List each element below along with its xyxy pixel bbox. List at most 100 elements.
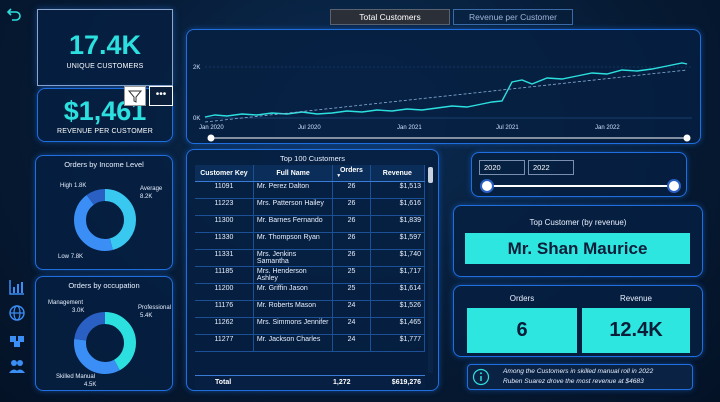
line-chart: 2K 0K Jan 2020 Jul 2020 Jan 2021 Jul 202… (193, 62, 692, 142)
col-header-revenue[interactable]: Revenue (370, 165, 425, 182)
table-total-row: Total 1,272 $619,276 (195, 375, 425, 389)
cell-full-name: Mr. Thompson Ryan (253, 232, 334, 250)
more-options-button[interactable]: ••• (149, 86, 173, 106)
table-row[interactable]: 11223 Mrs. Patterson Hailey 26 $1,616 (195, 198, 425, 216)
donut-label-professional-value: 5.4K (140, 313, 152, 319)
col-header-customer-key[interactable]: Customer Key (195, 165, 254, 182)
cell-orders: 24 (332, 300, 371, 318)
insight-text: Among the Customers in skilled manual ro… (503, 367, 693, 387)
cell-revenue: $1,465 (370, 317, 425, 335)
table-scroll-area[interactable]: Customer Key Full Name Orders ▼ Revenue 1… (195, 165, 425, 387)
income-donut-title: Orders by Income Level (64, 160, 144, 169)
cell-revenue: $1,740 (370, 249, 425, 267)
globe-icon[interactable] (8, 304, 26, 322)
top-customer-orders-value: 6 (467, 308, 577, 353)
cell-revenue: $1,526 (370, 300, 425, 318)
tab-total-customers[interactable]: Total Customers (330, 9, 450, 25)
table-row[interactable]: 11277 Mr. Jackson Charles 24 $1,777 (195, 334, 425, 352)
cell-revenue: $1,717 (370, 266, 425, 284)
cell-revenue: $1,513 (370, 181, 425, 199)
top-customer-title: Top Customer (by revenue) (529, 218, 627, 227)
year-start-input[interactable]: 2020 (479, 160, 525, 175)
sort-desc-icon: ▼ (336, 173, 342, 179)
date-range-slider-start-handle[interactable] (207, 134, 215, 142)
cell-orders: 24 (332, 334, 371, 352)
donut-label-high: High 1.8K (60, 183, 86, 189)
cell-customer-key: 11331 (195, 249, 254, 267)
cell-full-name: Mr. Roberts Mason (253, 300, 334, 318)
date-range-slider-end-handle[interactable] (683, 134, 691, 142)
income-level-donut-panel: Orders by Income Level High 1.8K Average… (35, 155, 173, 270)
table-row[interactable]: 11262 Mrs. Simmons Jennifer 24 $1,465 (195, 317, 425, 335)
cell-revenue: $1,777 (370, 334, 425, 352)
donut-label-low: Low 7.8K (58, 254, 83, 260)
donut-label-professional: Professional (138, 305, 171, 311)
table-row[interactable]: 11091 Mr. Perez Dalton 26 $1,513 (195, 181, 425, 199)
cell-full-name: Mr. Griffin Jason (253, 283, 334, 301)
year-slider-track[interactable] (487, 185, 674, 187)
table-row[interactable]: 11300 Mr. Barnes Fernando 26 $1,839 (195, 215, 425, 233)
total-revenue: $619,276 (391, 379, 421, 386)
cell-full-name: Mr. Jackson Charles (253, 334, 334, 352)
top-customer-name: Mr. Shan Maurice (465, 233, 690, 264)
table-scrollbar[interactable] (428, 167, 433, 373)
x-tick-label: Jul 2020 (298, 125, 321, 131)
cell-orders: 26 (332, 232, 371, 250)
cell-revenue: $1,616 (370, 198, 425, 216)
year-slider-end-handle[interactable] (667, 179, 681, 193)
table-row[interactable]: 11185 Mrs. Henderson Ashley 25 $1,717 (195, 266, 425, 284)
table-row[interactable]: 11331 Mrs. Jenkins Samantha 26 $1,740 (195, 249, 425, 267)
table-scrollbar-thumb[interactable] (428, 167, 433, 183)
donut-label-average: Average (140, 186, 163, 192)
cell-full-name: Mrs. Henderson Ashley (253, 266, 334, 284)
x-tick-label: Jan 2020 (199, 125, 224, 131)
tab-revenue-per-customer[interactable]: Revenue per Customer (453, 9, 573, 25)
bar-chart-icon[interactable] (8, 278, 26, 296)
year-slider-start-handle[interactable] (480, 179, 494, 193)
filter-button[interactable] (124, 86, 146, 106)
boxes-icon[interactable] (8, 330, 26, 348)
back-arrow-icon[interactable] (6, 6, 22, 22)
trend-line (204, 69, 688, 123)
cell-orders: 25 (332, 266, 371, 284)
donut-label-management: Management (48, 300, 83, 306)
filter-icon (127, 90, 143, 103)
total-orders: 1,272 (333, 379, 351, 386)
top-customers-table-panel: Top 100 Customers Customer Key Full Name… (186, 149, 439, 391)
cell-orders: 26 (332, 249, 371, 267)
cell-customer-key: 11223 (195, 198, 254, 216)
unique-customers-card: 17.4K UNIQUE CUSTOMERS (37, 9, 173, 86)
cell-orders: 26 (332, 181, 371, 199)
cell-orders: 25 (332, 283, 371, 301)
top-customer-orders-label: Orders (509, 294, 535, 303)
cell-orders: 26 (332, 198, 371, 216)
cell-full-name: Mrs. Patterson Hailey (253, 198, 334, 216)
cell-customer-key: 11200 (195, 283, 254, 301)
revenue-per-customer-label: REVENUE PER CUSTOMER (56, 128, 154, 135)
cell-revenue: $1,614 (370, 283, 425, 301)
x-tick-label: Jan 2021 (397, 125, 422, 131)
col-header-full-name[interactable]: Full Name (253, 165, 334, 182)
users-icon[interactable] (8, 357, 26, 375)
table-row[interactable]: 11176 Mr. Roberts Mason 24 $1,526 (195, 300, 425, 318)
col-header-orders[interactable]: Orders ▼ (332, 165, 371, 182)
cell-orders: 24 (332, 317, 371, 335)
unique-customers-label: UNIQUE CUSTOMERS (66, 63, 144, 70)
cell-customer-key: 11300 (195, 215, 254, 233)
donut-label-skilled-manual-value: 4.5K (84, 382, 96, 388)
cell-full-name: Mrs. Simmons Jennifer (253, 317, 334, 335)
year-end-input[interactable]: 2022 (528, 160, 574, 175)
table-row[interactable]: 11330 Mr. Thompson Ryan 26 $1,597 (195, 232, 425, 250)
cell-revenue: $1,839 (370, 215, 425, 233)
table-row[interactable]: 11200 Mr. Griffin Jason 25 $1,614 (195, 283, 425, 301)
line-chart-panel: 2K 0K Jan 2020 Jul 2020 Jan 2021 Jul 202… (186, 29, 701, 144)
donut-label-average-value: 8.2K (140, 194, 152, 200)
x-tick-label: Jan 2022 (595, 125, 620, 131)
col-header-orders-label: Orders (339, 167, 363, 174)
occupation-donut-chart: Management 3.0K Professional 5.4K Skille… (48, 300, 171, 388)
cell-orders: 26 (332, 215, 371, 233)
donut-label-management-value: 3.0K (72, 308, 84, 314)
insight-line-2: Ruben Suarez drove the most revenue at $… (503, 378, 644, 385)
x-tick-label: Jul 2021 (496, 125, 519, 131)
income-donut-chart: High 1.8K Average 8.2K Low 7.8K (58, 183, 163, 260)
